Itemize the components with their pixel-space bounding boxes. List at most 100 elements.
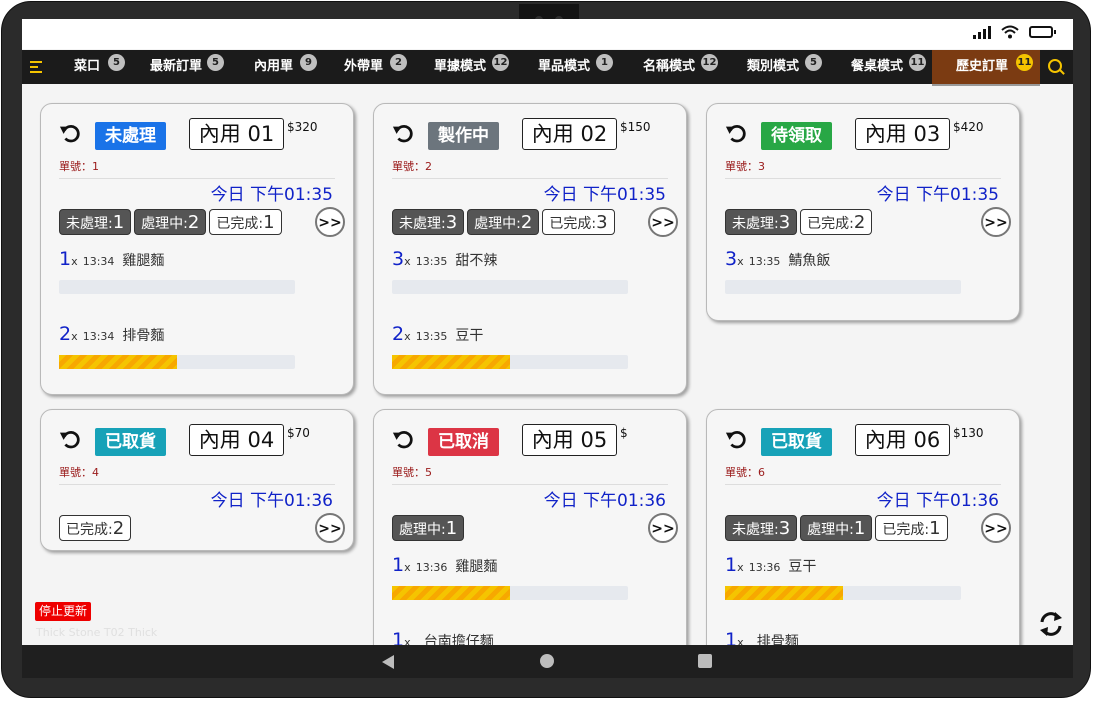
double-chevron-right-icon[interactable]: >> <box>981 513 1011 543</box>
undo-icon[interactable] <box>392 428 414 450</box>
double-chevron-right-icon[interactable]: >> <box>315 513 345 543</box>
status-count-value: 1 <box>929 518 941 539</box>
order-item[interactable]: 1x 台南擔仔麵 <box>392 629 628 645</box>
status-count-chip[interactable]: 已完成:3 <box>542 209 615 235</box>
item-time: 13:35 <box>415 330 448 343</box>
order-card[interactable]: 已取貨 內用 06 $130 單號：6 今日 下午01:36 未處理:3 處理中:1 已完成:… <box>706 409 1020 645</box>
item-time: 13:35 <box>415 255 448 268</box>
nav-tab-label: 餐桌模式 <box>851 59 904 74</box>
nav-tab-3[interactable]: 內用單 9 <box>254 50 317 84</box>
order-card[interactable]: 已取消 內用 05 $ 單號：5 今日 下午01:36 處理中:1 >> 1x 13:36 雞腿… <box>373 409 687 645</box>
divider <box>725 178 1001 179</box>
nav-tab-2[interactable]: 最新訂單 5 <box>150 50 224 84</box>
order-item[interactable]: 1x 13:36 雞腿麵 <box>392 554 628 600</box>
item-status-counts: 未處理:1 處理中:2 已完成:1 <box>59 209 282 235</box>
undo-icon[interactable] <box>725 122 747 144</box>
item-quantity: 3 <box>725 248 738 270</box>
item-multiplier: x <box>404 636 411 645</box>
divider <box>725 484 1001 485</box>
item-status-counts: 未處理:3 處理中:1 已完成:1 <box>725 515 948 541</box>
undo-icon[interactable] <box>392 122 414 144</box>
status-count-chip[interactable]: 處理中:1 <box>800 515 873 541</box>
nav-tab-count-badge: 5 <box>207 54 224 71</box>
order-item[interactable]: 3x 13:35 鯖魚飯 <box>725 248 961 294</box>
status-count-chip[interactable]: 未處理:3 <box>392 209 465 235</box>
status-count-chip[interactable]: 處理中:2 <box>134 209 207 235</box>
status-count-label: 處理中: <box>474 216 521 232</box>
status-count-chip[interactable]: 已完成:1 <box>875 515 948 541</box>
item-time: 13:34 <box>82 330 115 343</box>
item-name: 排骨麵 <box>756 634 799 645</box>
order-status-badge: 待領取 <box>761 122 832 150</box>
item-status-counts: 處理中:1 <box>392 515 465 541</box>
order-item[interactable]: 1x 排骨麵 <box>725 629 961 645</box>
status-count-chip[interactable]: 處理中:1 <box>392 515 465 541</box>
item-multiplier: x <box>404 561 411 574</box>
status-count-label: 未處理: <box>732 522 779 538</box>
order-card[interactable]: 已取貨 內用 04 $70 單號：4 今日 下午01:36 已完成:2 >> <box>40 409 354 551</box>
nav-tab-1[interactable]: 菜口 5 <box>74 50 125 84</box>
order-card[interactable]: 待領取 內用 03 $420 單號：3 今日 下午01:35 未處理:3 已完成:2 >> 3x… <box>706 103 1020 321</box>
status-count-chip[interactable]: 已完成:1 <box>209 209 282 235</box>
status-count-label: 處理中: <box>399 522 446 538</box>
item-progress-fill <box>392 586 510 600</box>
undo-icon[interactable] <box>59 428 81 450</box>
recent-apps-icon[interactable] <box>698 654 712 668</box>
item-name: 豆干 <box>455 328 484 344</box>
home-icon[interactable] <box>540 654 554 668</box>
status-count-chip[interactable]: 已完成:2 <box>800 209 873 235</box>
menu-icon[interactable] <box>30 61 42 76</box>
undo-icon[interactable] <box>725 428 747 450</box>
signal-icon <box>973 25 991 39</box>
order-item[interactable]: 2x 13:34 排骨麵 <box>59 323 295 369</box>
order-card[interactable]: 製作中 內用 02 $150 單號：2 今日 下午01:35 未處理:3 處理中:2 已完成:… <box>373 103 687 395</box>
item-quantity: 1 <box>392 629 405 645</box>
back-icon[interactable] <box>382 655 394 669</box>
double-chevron-right-icon[interactable]: >> <box>981 207 1011 237</box>
status-count-value: 2 <box>853 212 866 233</box>
nav-tab-label: 最新訂單 <box>150 59 203 74</box>
order-status-badge: 製作中 <box>428 122 499 150</box>
refresh-icon[interactable] <box>1037 610 1065 638</box>
undo-icon[interactable] <box>59 122 81 144</box>
nav-tab-label: 內用單 <box>254 59 294 74</box>
nav-tab-8[interactable]: 類別模式 5 <box>747 50 822 84</box>
order-amount: $420 <box>953 120 984 134</box>
order-item[interactable]: 3x 13:35 甜不辣 <box>392 248 628 294</box>
stop-refresh-button[interactable]: 停止更新 <box>35 602 92 621</box>
wifi-icon <box>1001 25 1019 39</box>
status-count-chip[interactable]: 未處理:3 <box>725 515 798 541</box>
status-count-chip[interactable]: 處理中:2 <box>467 209 540 235</box>
nav-tab-4[interactable]: 外帶單 2 <box>344 50 407 84</box>
nav-tab-9[interactable]: 餐桌模式 11 <box>851 50 926 84</box>
order-time: 今日 下午01:36 <box>210 491 333 511</box>
status-count-chip[interactable]: 未處理:1 <box>59 209 132 235</box>
order-item[interactable]: 1x 13:36 豆干 <box>725 554 961 600</box>
status-count-label: 處理中: <box>807 522 854 538</box>
order-card[interactable]: 未處理 內用 01 $320 單號：1 今日 下午01:35 未處理:1 處理中:2 已完成:… <box>40 103 354 395</box>
nav-tab-count-badge: 12 <box>701 54 718 71</box>
double-chevron-right-icon[interactable]: >> <box>648 513 678 543</box>
order-item[interactable]: 2x 13:35 豆干 <box>392 323 628 369</box>
nav-tab-5[interactable]: 單據模式 12 <box>434 50 509 84</box>
status-count-label: 處理中: <box>141 216 188 232</box>
item-progress-bar <box>725 280 961 294</box>
order-item[interactable]: 1x 13:34 雞腿麵 <box>59 248 295 294</box>
order-number: 單號：1 <box>59 160 99 173</box>
table-label: 內用 04 <box>189 424 284 456</box>
item-quantity: 2 <box>392 323 405 345</box>
search-icon[interactable] <box>1048 59 1062 73</box>
item-name: 鯖魚飯 <box>788 253 831 269</box>
nav-tab-count-badge: 12 <box>492 54 509 71</box>
double-chevron-right-icon[interactable]: >> <box>315 207 345 237</box>
nav-tab-count-badge: 11 <box>909 54 926 71</box>
status-count-value: 3 <box>778 518 791 539</box>
double-chevron-right-icon[interactable]: >> <box>648 207 678 237</box>
nav-tab-6[interactable]: 單品模式 1 <box>538 50 613 84</box>
status-count-chip[interactable]: 未處理:3 <box>725 209 798 235</box>
status-count-chip[interactable]: 已完成:2 <box>59 515 132 541</box>
order-status-badge: 未處理 <box>95 122 166 150</box>
nav-tab-10[interactable]: 歷史訂單 11 <box>932 50 1040 86</box>
battery-icon <box>1029 26 1056 38</box>
nav-tab-7[interactable]: 名稱模式 12 <box>643 50 718 84</box>
